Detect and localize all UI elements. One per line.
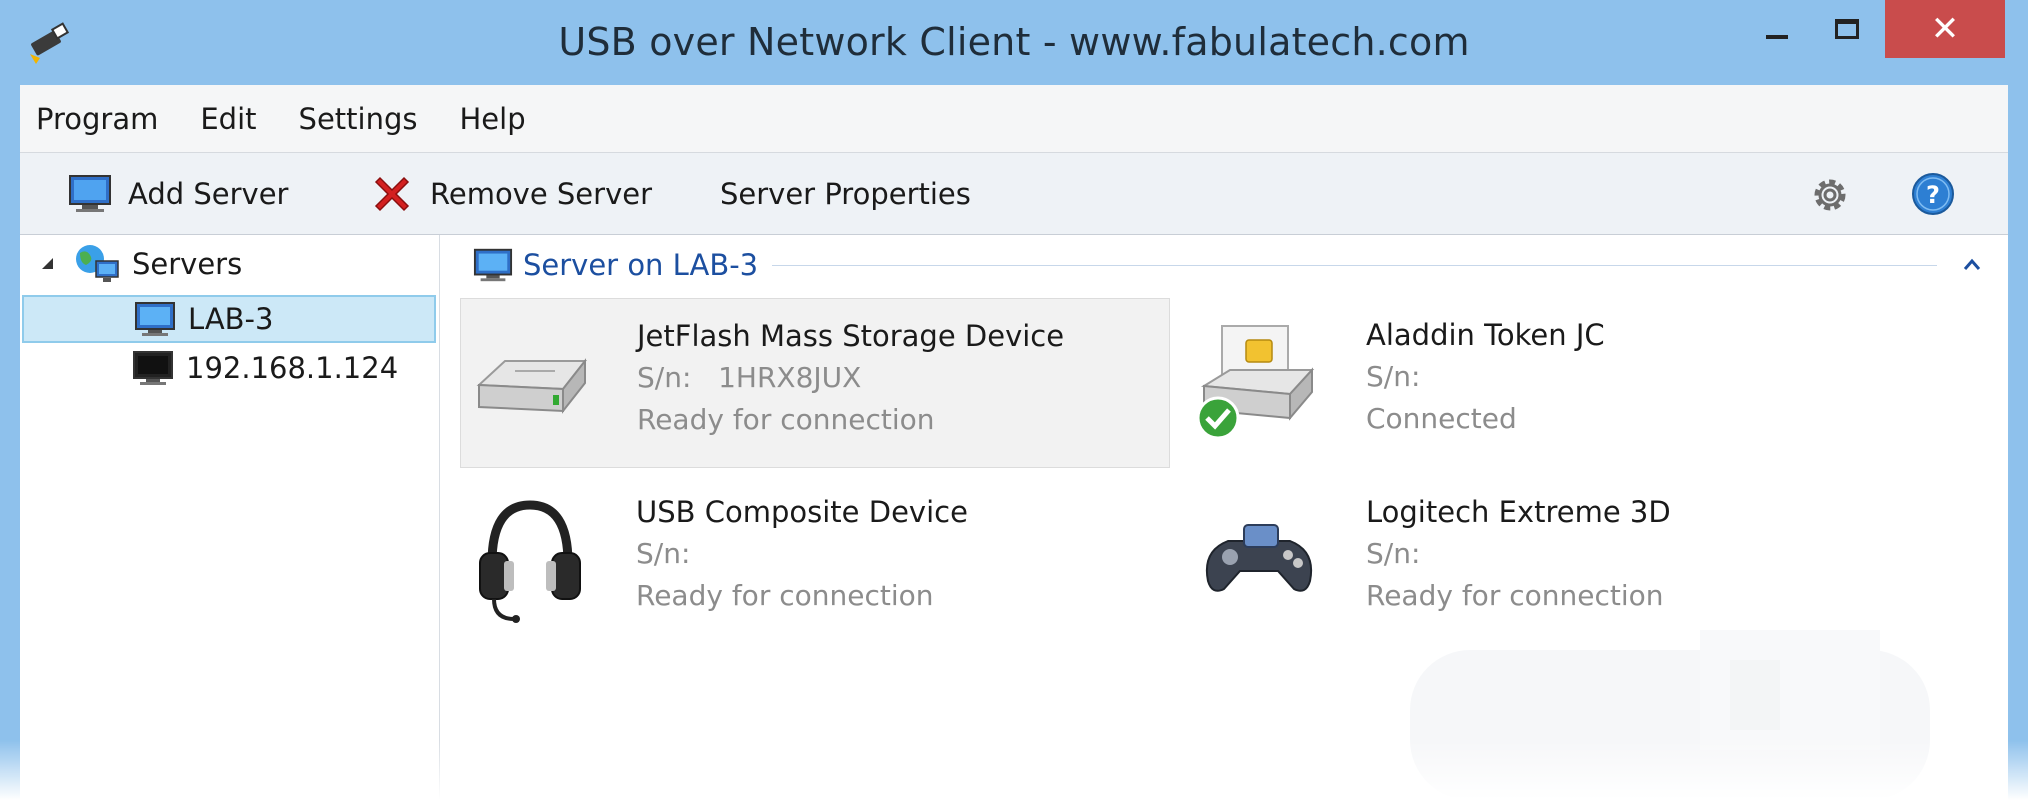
serial-label: S/n:: [1366, 537, 1421, 570]
help-icon[interactable]: ?: [1910, 171, 1956, 217]
serial-label: S/n:: [636, 537, 691, 570]
usb-drive-icon: [476, 358, 588, 414]
device-tile-jetflash[interactable]: JetFlash Mass Storage Device S/n: 1HRX8J…: [460, 298, 1170, 468]
menu-settings[interactable]: Settings: [299, 98, 418, 140]
device-status: Ready for connection: [637, 403, 935, 436]
close-button[interactable]: ✕: [1885, 0, 2005, 58]
device-info: JetFlash Mass Storage Device S/n: 1HRX8J…: [637, 319, 1064, 445]
add-server-button[interactable]: Add Server: [68, 169, 288, 219]
group-title: Server on LAB-3: [523, 248, 759, 282]
tree-expander-icon[interactable]: [38, 254, 58, 274]
device-name: Aladdin Token JC: [1366, 318, 1605, 352]
chevron-up-icon[interactable]: [1961, 254, 1983, 276]
menu-help[interactable]: Help: [459, 98, 525, 140]
group-divider: [772, 264, 1937, 266]
device-status: Ready for connection: [636, 579, 934, 612]
device-status: Connected: [1366, 402, 1517, 435]
monitor-icon: [473, 248, 513, 282]
red-x-icon: [374, 176, 410, 212]
minimize-icon: [1766, 35, 1788, 39]
menu-edit[interactable]: Edit: [200, 98, 256, 140]
tree-item-label: LAB-3: [188, 302, 274, 336]
smartcard-reader-icon: [1196, 325, 1315, 440]
toolbar: Add Server Remove Server Server Properti…: [20, 153, 2008, 235]
gamepad-icon: [1206, 524, 1312, 592]
title-bar[interactable]: USB over Network Client - www.fabulatech…: [0, 0, 2028, 85]
monitor-add-icon: [69, 175, 111, 212]
maximize-button[interactable]: [1812, 0, 1882, 58]
network-globe-icon: [76, 245, 119, 282]
device-name: USB Composite Device: [636, 495, 968, 529]
minimize-button[interactable]: [1742, 0, 1812, 58]
device-info: Logitech Extreme 3D S/n: Ready for conne…: [1366, 495, 1671, 621]
device-info: Aladdin Token JC S/n: Connected: [1366, 318, 1605, 444]
tree-item-label: 192.168.1.124: [186, 351, 399, 385]
maximize-icon: [1835, 19, 1859, 39]
device-serial: S/n:: [636, 537, 968, 579]
monitor-icon: [135, 302, 175, 336]
monitor-offline-icon: [133, 351, 173, 385]
device-tile-aladdin[interactable]: Aladdin Token JC S/n: Connected: [1190, 298, 1900, 468]
device-serial: S/n:: [1366, 360, 1605, 402]
gear-icon[interactable]: [1808, 173, 1852, 217]
tree-root-servers[interactable]: Servers: [38, 241, 242, 287]
remove-server-label: Remove Server: [430, 177, 653, 211]
device-tile-usb-composite[interactable]: USB Composite Device S/n: Ready for conn…: [460, 475, 1170, 645]
add-server-label: Add Server: [128, 177, 289, 211]
tree-item-192-168-1-124[interactable]: 192.168.1.124: [132, 345, 398, 391]
headset-icon: [479, 500, 581, 623]
tree-root-label: Servers: [132, 247, 243, 281]
device-name: JetFlash Mass Storage Device: [637, 319, 1065, 353]
svg-text:?: ?: [1926, 181, 1940, 209]
serial-label: S/n:: [1366, 360, 1421, 393]
group-header: Server on LAB-3: [473, 243, 1983, 287]
device-serial: S/n:: [1366, 537, 1671, 579]
bottom-fade: [0, 740, 2028, 800]
server-properties-button[interactable]: Server Properties: [720, 169, 971, 219]
server-tree: Servers LAB-3 192.168.1.124: [20, 235, 440, 800]
server-properties-label: Server Properties: [720, 177, 971, 211]
device-serial: S/n: 1HRX8JUX: [637, 361, 1064, 403]
window-title: USB over Network Client - www.fabulatech…: [558, 20, 1470, 64]
device-name: Logitech Extreme 3D: [1366, 495, 1671, 529]
remove-server-button[interactable]: Remove Server: [370, 169, 652, 219]
device-info: USB Composite Device S/n: Ready for conn…: [636, 495, 968, 621]
menu-program[interactable]: Program: [36, 98, 158, 140]
serial-label: S/n:: [637, 361, 692, 394]
menu-bar: Program Edit Settings Help: [20, 85, 2008, 153]
tree-item-lab3[interactable]: LAB-3: [22, 295, 436, 343]
close-icon: ✕: [1930, 9, 1960, 49]
serial-value: 1HRX8JUX: [718, 361, 862, 394]
device-status: Ready for connection: [1366, 579, 1664, 612]
